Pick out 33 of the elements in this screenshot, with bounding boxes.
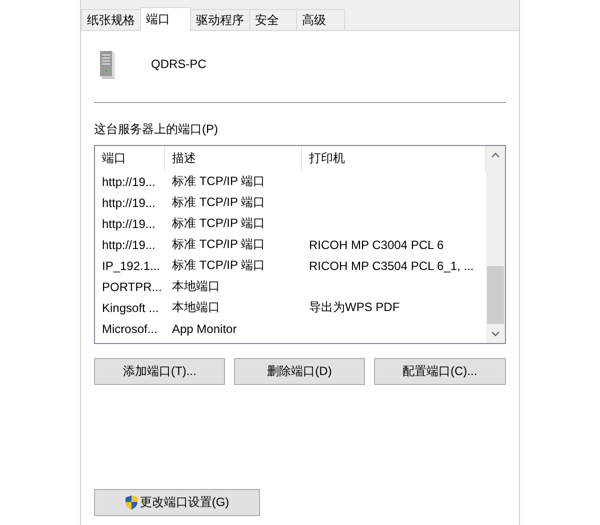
server-name: QDRS-PC xyxy=(151,57,206,71)
port-button[interactable]: 配置端口(C)... xyxy=(374,358,506,385)
table-cell-text: 标准 TCP/IP 端口 xyxy=(171,194,266,211)
tab[interactable]: 纸张规格 xyxy=(81,9,141,30)
table-cell-text: 标准 TCP/IP 端口 xyxy=(171,257,266,274)
change-settings-button[interactable]: 更改端口设置(G) xyxy=(94,489,260,516)
table-cell-text: RICOH MP C3004 PCL 6 xyxy=(308,238,445,252)
table-cell-text: 标准 TCP/IP 端口 xyxy=(171,215,266,232)
scrollbar-thumb[interactable] xyxy=(487,266,504,324)
table-cell-text: RICOH MP C3504 PCL 6_1, ... xyxy=(308,258,475,272)
table-cell-text: http://19... xyxy=(101,174,156,188)
table-cell-text: App Monitor xyxy=(171,322,238,336)
table-cell-text: Microsof... xyxy=(101,322,158,336)
table-cell-text: http://19... xyxy=(101,196,156,210)
table-cell-text: 标准 TCP/IP 端口 xyxy=(171,236,266,253)
tab[interactable]: 端口 xyxy=(140,7,191,31)
port-button[interactable]: 添加端口(T)... xyxy=(94,358,226,385)
table-cell-text: Kingsoft ... xyxy=(101,300,160,314)
table-cell-text: IP_192.1... xyxy=(101,258,162,272)
table-cell-text: PORTPR... xyxy=(101,280,163,294)
table-cell-text: 本地端口 xyxy=(171,299,221,316)
server-icon xyxy=(98,48,116,80)
table-cell-text: 导出为WPS PDF xyxy=(308,299,401,316)
port-button[interactable]: 删除端口(D) xyxy=(234,358,365,385)
ports-label: 这台服务器上的端口(P) xyxy=(94,121,219,138)
table-cell-text: 标准 TCP/IP 端口 xyxy=(171,173,266,190)
table-cell-text: http://19... xyxy=(101,238,156,252)
table-cell-text: 本地端口 xyxy=(171,278,221,295)
shield-icon xyxy=(124,495,138,510)
column-header[interactable]: 描述 xyxy=(165,146,302,171)
tab[interactable]: 高级 xyxy=(296,9,345,30)
table-cell-text: http://19... xyxy=(101,216,156,230)
column-header[interactable]: 端口 xyxy=(95,146,165,171)
